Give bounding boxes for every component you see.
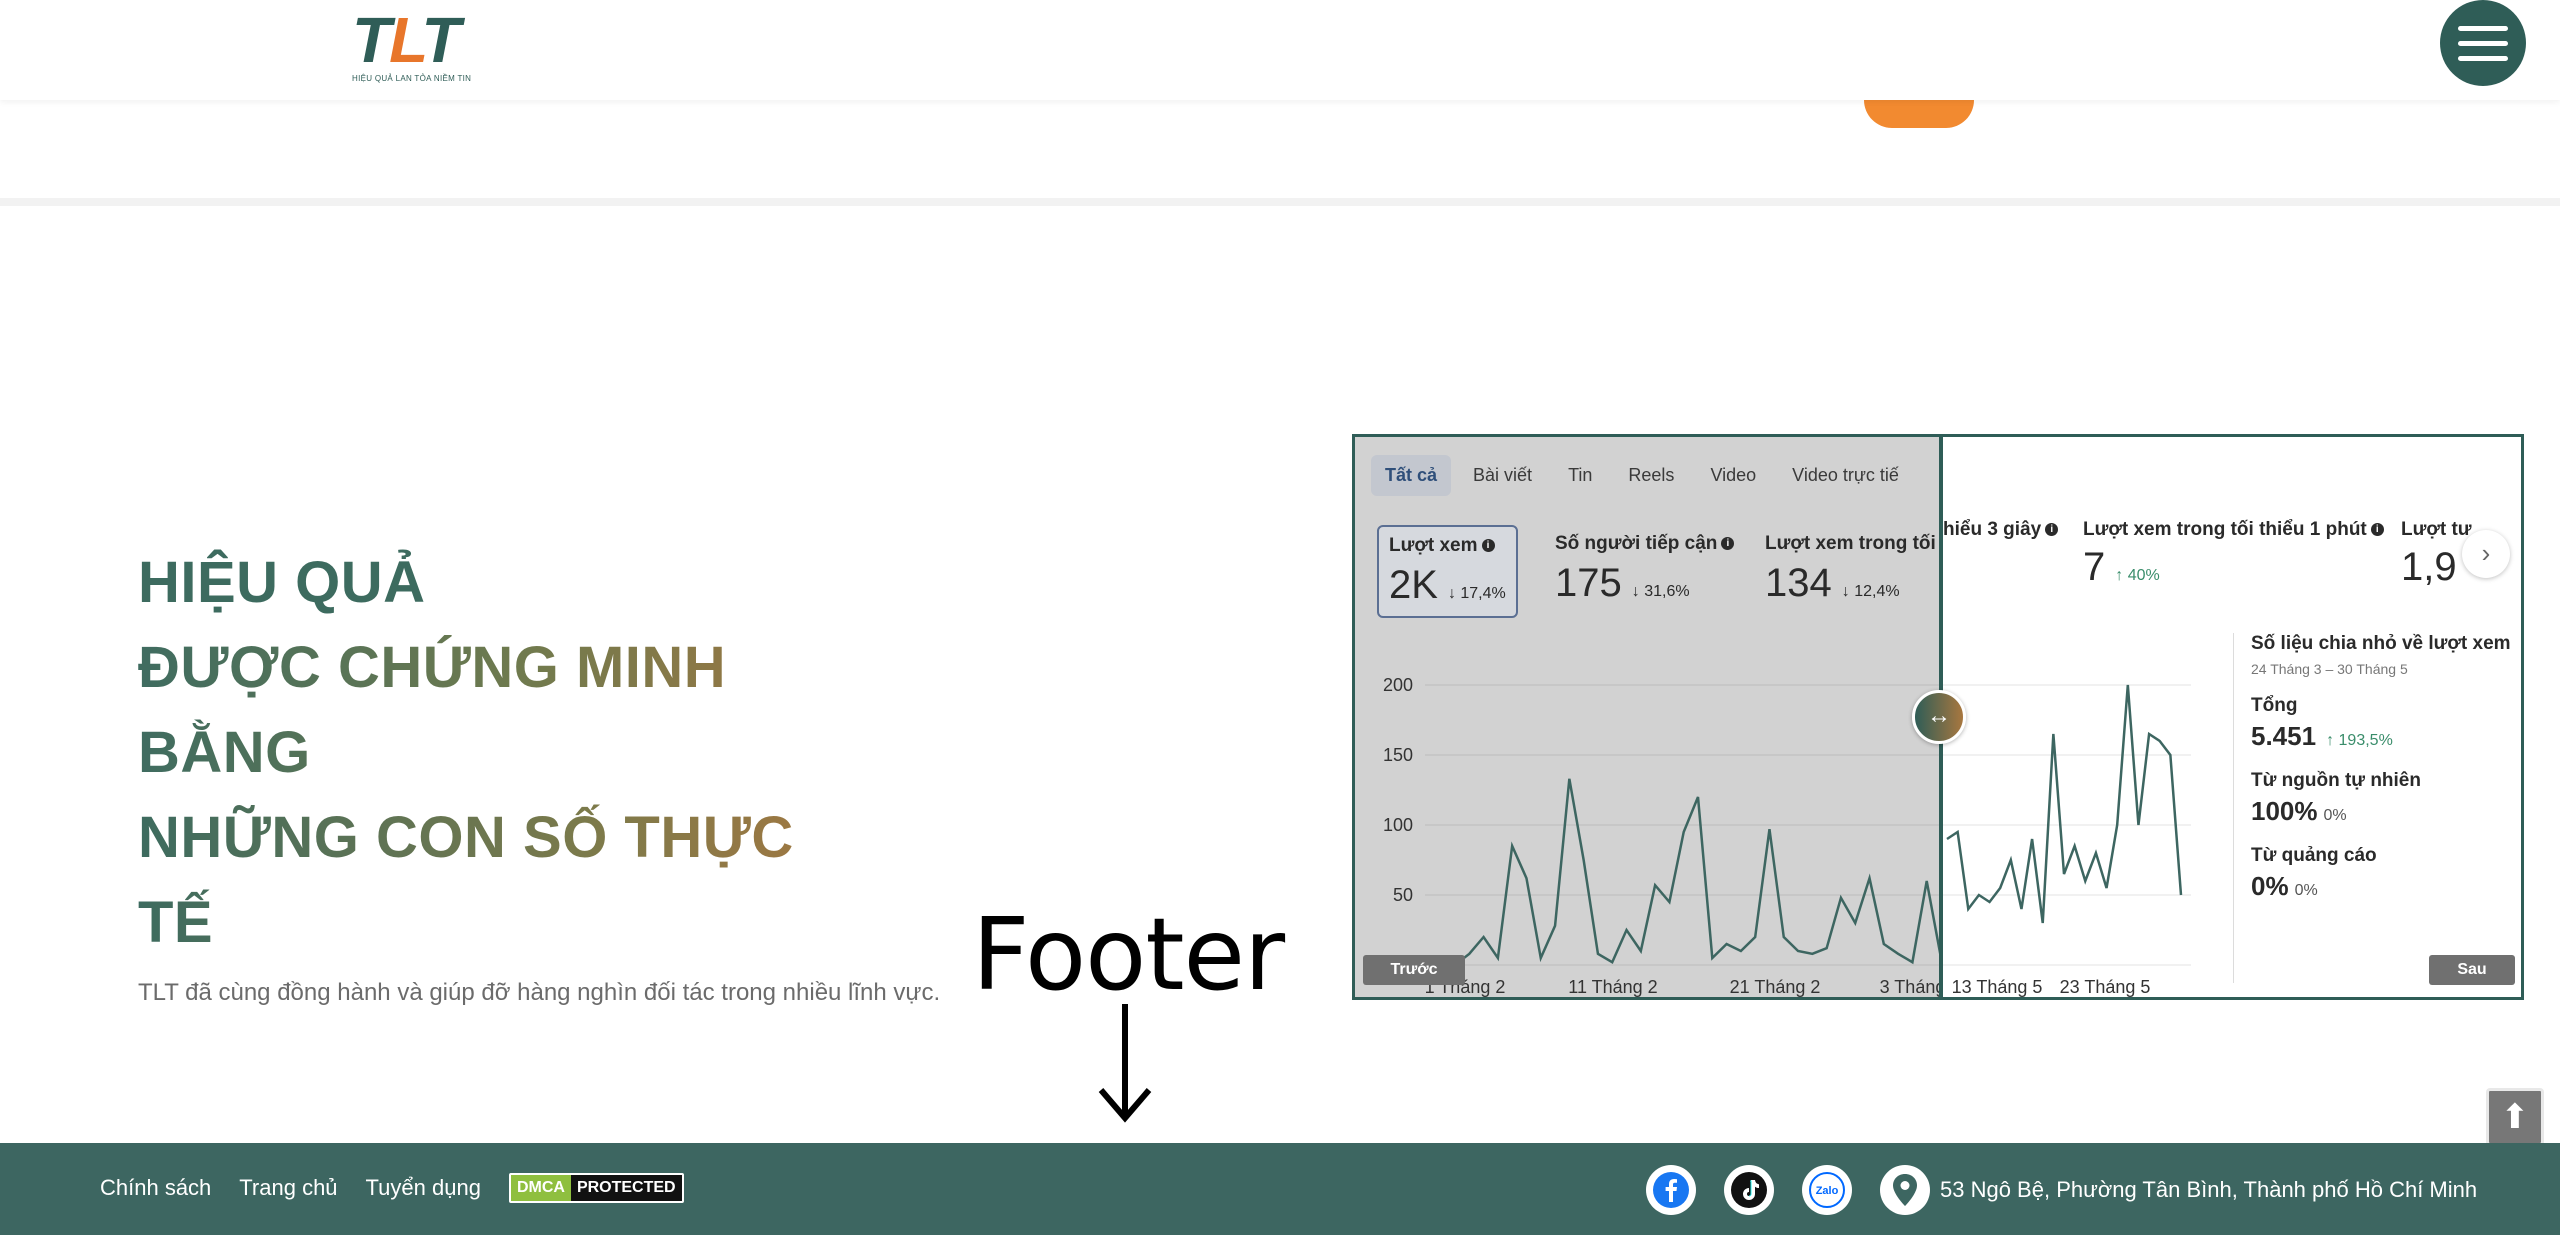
zalo-icon[interactable]: Zalo	[1802, 1165, 1852, 1215]
section-divider	[0, 198, 2560, 206]
breakdown-total-value: 5.451 ↑ 193,5%	[2251, 721, 2393, 751]
info-icon: i	[2370, 523, 2384, 537]
metric-reach: Số người tiếp cận i 175 ↓ 31,6%	[1555, 533, 1735, 606]
hero-title-line-3: NHỮNG CON SỐ THỰC TẾ	[138, 795, 878, 965]
tab-live-video: Video trực tiế	[1792, 465, 1899, 485]
logo-wordmark: TLT	[352, 4, 461, 76]
arrow-up-icon: ⬆	[2500, 1098, 2530, 1136]
views-breakdown: Số liệu chia nhỏ về lượt xem 24 Tháng 3 …	[2251, 633, 2521, 902]
x-tick-label: 13 Tháng 5	[1952, 977, 2043, 997]
hamburger-icon-bar	[2458, 55, 2508, 61]
logo-tagline: HIỆU QUẢ LAN TỎA NIỀM TIN	[352, 74, 472, 83]
hamburger-icon-bar	[2458, 40, 2508, 46]
compare-before-panel: Tất cả Bài viết Tin Reels Video Video tr…	[1355, 437, 1941, 997]
protected-label: PROTECTED	[570, 1175, 682, 1201]
breakdown-total-label: Tổng	[2251, 695, 2298, 716]
series-line	[1454, 778, 1941, 966]
left-right-arrows-icon[interactable]: ↔	[1912, 690, 1966, 744]
x-tick-label: 23 Tháng 5	[2060, 977, 2151, 997]
zalo-icon-label: Zalo	[1816, 1185, 1839, 1197]
footer-link-policy[interactable]: Chính sách	[100, 1175, 211, 1201]
dmca-protected-badge[interactable]: DMCA PROTECTED	[508, 1173, 684, 1203]
next-button[interactable]: Sau	[2429, 955, 2515, 985]
dmca-label: DMCA	[510, 1175, 571, 1201]
back-to-top-button[interactable]: ⬆	[2486, 1088, 2544, 1146]
hamburger-menu-button[interactable]	[2440, 0, 2526, 86]
footer-address: 53 Ngô Bệ, Phường Tân Bình, Thành phố Hồ…	[1940, 1177, 2478, 1202]
hero-banner-strip	[0, 100, 2560, 200]
tab-posts: Bài viết	[1473, 465, 1533, 485]
footer-link-careers[interactable]: Tuyển dụng	[366, 1175, 481, 1201]
facebook-icon[interactable]	[1646, 1165, 1696, 1215]
info-icon: i	[1721, 537, 1735, 551]
y-tick-label: 150	[1383, 745, 1413, 765]
y-tick-label: 200	[1383, 675, 1413, 695]
metric-1min-views: Lượt xem trong tối thiểu 1 phút i 7 ↑ 40%	[2083, 519, 2384, 590]
tab-video: Video	[1710, 465, 1757, 485]
x-tick-label: 21 Tháng 2	[1730, 977, 1821, 997]
breakdown-ads-label: Từ quảng cáo	[2251, 845, 2377, 866]
series-line	[1946, 684, 2183, 924]
site-header: TLT HIỆU QUẢ LAN TỎA NIỀM TIN	[0, 0, 2560, 100]
arrow-down-icon	[1098, 1004, 1152, 1123]
tab-stories: Tin	[1568, 465, 1593, 485]
info-icon: i	[1481, 539, 1495, 553]
y-tick-label: 100	[1383, 815, 1413, 835]
site-footer: Chính sách Trang chủ Tuyển dụng DMCA PRO…	[0, 1143, 2560, 1235]
insights-tabs: Tất cả Bài viết Tin Reels Video Video tr…	[1371, 455, 1913, 496]
page: TLT HIỆU QUẢ LAN TỎA NIỀM TIN HIỆU QUẢ Đ…	[0, 0, 2560, 1235]
hamburger-icon	[2458, 25, 2508, 31]
breakdown-ads-value: 0% 0%	[2251, 871, 2318, 901]
footer-link-home[interactable]: Trang chủ	[239, 1175, 337, 1201]
metric-interactions: Lượt tư 1,9	[2401, 519, 2472, 589]
views-line-chart-before: 0501001502001 Tháng 211 Tháng 221 Tháng …	[1383, 675, 1941, 997]
tab-reels: Reels	[1628, 465, 1675, 485]
logo[interactable]: TLT HIỆU QUẢ LAN TỎA NIỀM TIN	[352, 4, 482, 83]
chevron-right-icon[interactable]: ›	[2462, 530, 2510, 578]
metric-views: Lượt xem i 2K ↓ 17,4%	[1377, 525, 1518, 618]
breakdown-divider	[2233, 633, 2234, 983]
footer-links: Chính sách Trang chủ Tuyển dụng DMCA PRO…	[100, 1173, 684, 1203]
hero-title-line-1: HIỆU QUẢ	[138, 550, 426, 615]
views-line-chart-after: 13 Tháng 5 23 Tháng 5	[1941, 684, 2191, 997]
footer-annotation-label: Footer	[972, 896, 1285, 1013]
prev-button[interactable]: Trước	[1363, 955, 1465, 985]
hero-title-line-2: ĐƯỢC CHỨNG MINH BẰNG	[138, 625, 898, 795]
breakdown-date-range: 24 Tháng 3 – 30 Tháng 5	[2251, 661, 2408, 677]
decorative-orange-shape	[1864, 100, 1974, 128]
metric-3s-views: hiểu 3 giây i	[1943, 519, 2059, 541]
info-icon: i	[2045, 523, 2059, 537]
x-tick-label: 3 Tháng 3	[1880, 977, 1941, 997]
location-pin-icon[interactable]	[1880, 1165, 1930, 1215]
breakdown-organic-value: 100% 0%	[2251, 796, 2347, 826]
compare-after-panel: hiểu 3 giây i Lượt xem trong tối thiểu 1 …	[1941, 437, 2521, 997]
breakdown-title: Số liệu chia nhỏ về lượt xem	[2251, 633, 2511, 654]
breakdown-organic-label: Từ nguồn tự nhiên	[2251, 770, 2421, 791]
metric-views-min: Lượt xem trong tối 134 ↓ 12,4%	[1765, 533, 1936, 605]
tab-all: Tất cả	[1371, 455, 1452, 496]
footer-contact: Zalo 53 Ngô Bệ, Phường Tân Bình, Thành p…	[1646, 1165, 2477, 1215]
y-tick-label: 50	[1393, 885, 1413, 905]
tiktok-icon[interactable]	[1724, 1165, 1774, 1215]
x-tick-label: 11 Tháng 2	[1568, 977, 1657, 997]
